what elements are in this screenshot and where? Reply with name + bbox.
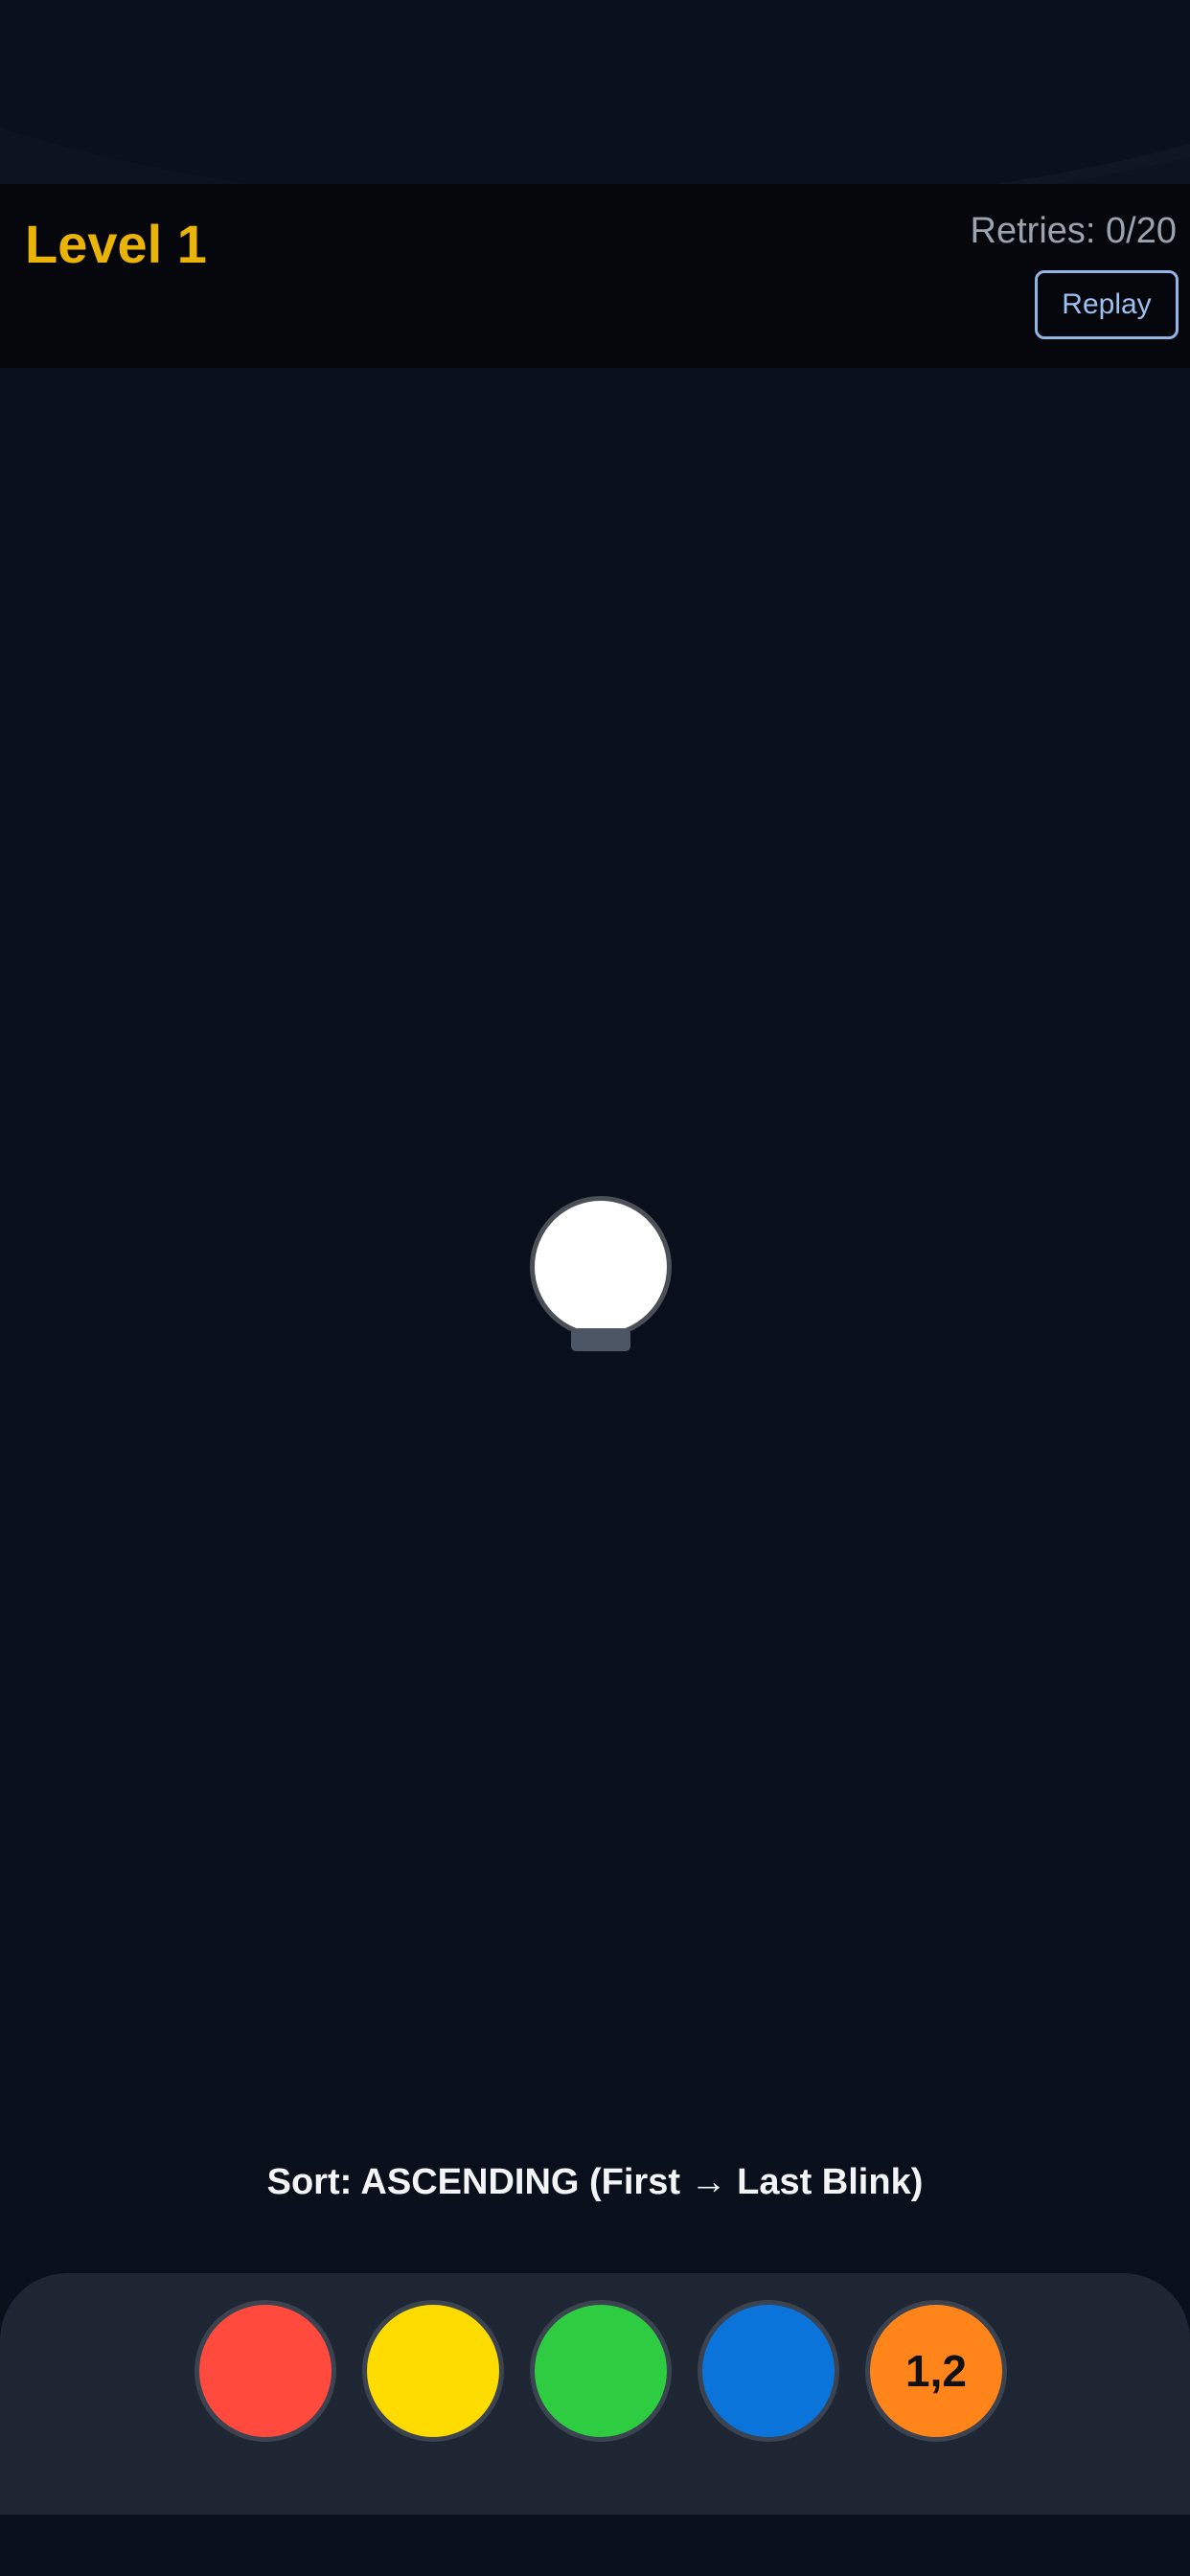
yellow-button[interactable]	[362, 2300, 504, 2442]
orange-button[interactable]: 1,2	[865, 2300, 1007, 2442]
game-header: Level 1 Retries: 0/20 Replay	[0, 184, 1190, 368]
retries-counter: Retries: 0/20	[970, 211, 1177, 251]
blue-button[interactable]	[698, 2300, 839, 2442]
top-background	[0, 0, 1190, 211]
red-button[interactable]	[195, 2300, 336, 2442]
bulb-base	[571, 1328, 630, 1351]
bulb-glass	[530, 1196, 672, 1338]
green-button[interactable]	[530, 2300, 672, 2442]
sort-instruction: Sort: ASCENDING (First → Last Blink)	[266, 2162, 924, 2202]
level-title: Level 1	[25, 214, 207, 274]
color-button-bar: 1,2	[0, 2273, 1190, 2515]
top-arc	[0, 0, 1190, 211]
replay-button[interactable]: Replay	[1035, 270, 1179, 339]
light-bulb	[530, 1196, 672, 1353]
